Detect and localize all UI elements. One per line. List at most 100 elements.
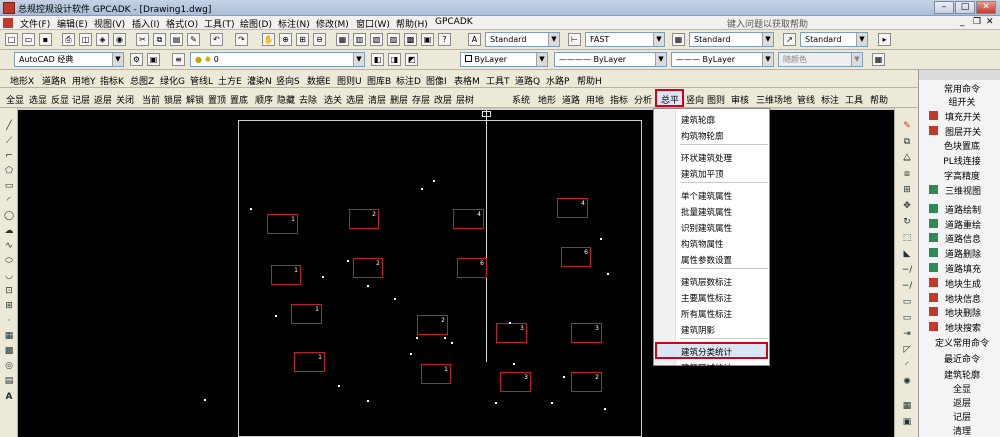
line-icon[interactable]: ╱ [3,120,15,132]
3d-dwf-icon[interactable]: ◉ [113,33,126,46]
building-footprint[interactable]: 2 [417,315,448,335]
building-footprint[interactable]: 6 [457,258,487,278]
command-item[interactable]: 地块生成 [923,277,1000,290]
gpc-menu-index[interactable]: 指标K [100,74,124,87]
copy-icon[interactable]: ⧉ [153,33,166,46]
command-item[interactable]: 地块信息 [923,292,1000,305]
command-item[interactable]: 字高精度 [923,169,1000,182]
array-icon[interactable]: ⊞ [900,184,914,196]
layer-states-icon[interactable]: ◩ [405,53,418,66]
gpc-menu-tools[interactable]: 工具T [486,74,510,87]
recent-command-item[interactable]: 全显 [923,382,1000,395]
undo-icon[interactable]: ↶ [210,33,223,46]
rotate-icon[interactable]: ↻ [900,216,914,228]
cmd-remove[interactable]: 去除 [299,93,317,106]
cmd-reverse-show[interactable]: 反显 [51,93,69,106]
chevron-down-icon[interactable]: ▼ [653,33,664,46]
open-file-icon[interactable]: ▭ [22,33,35,46]
gpc-menu-road-q[interactable]: 道路Q [515,74,540,87]
hatch-icon[interactable]: ▦ [3,330,15,342]
lineweight-combo[interactable]: ——— ByLayer ▼ [671,52,774,67]
command-panel-grip[interactable] [919,70,1000,80]
dropdown-item[interactable]: 所有属性标注 [681,308,732,320]
building-footprint[interactable]: 3 [500,372,531,392]
menu-tools[interactable]: 工具(T) [204,17,235,30]
command-item[interactable]: PL线连接 [923,154,1000,167]
tab-help[interactable]: 帮助 [870,93,888,106]
cmd-clear-layer[interactable]: 清层 [368,93,386,106]
cmd-order[interactable]: 顺序 [255,93,273,106]
design-center-icon[interactable]: ▥ [353,33,366,46]
dropdown-item[interactable]: 建筑分类统计 [681,346,732,358]
erase-icon[interactable]: ✎ [900,120,914,132]
command-item[interactable]: 道路删除 [923,247,1000,260]
building-footprint[interactable]: 1 [421,364,451,384]
tab-3d-site[interactable]: 三维场地 [756,93,792,106]
rectangle-icon[interactable]: ▭ [3,180,15,192]
cmd-show-all[interactable]: 全显 [6,93,24,106]
command-item[interactable]: 定义常用命令 [923,336,1000,349]
menu-draw[interactable]: 绘图(D) [240,17,272,30]
cmd-close[interactable]: 关闭 [116,93,134,106]
gpc-menu-help[interactable]: 帮助H [577,74,602,87]
workspace-save-icon[interactable]: ▣ [147,53,160,66]
zoom-window-icon[interactable]: ⊞ [296,33,309,46]
cmd-bring-top[interactable]: 置顶 [208,93,226,106]
layer-previous-icon[interactable]: ◨ [388,53,401,66]
zoom-previous-icon[interactable]: ⊖ [313,33,326,46]
zoom-realtime-icon[interactable]: ⊕ [279,33,292,46]
point-icon[interactable]: · [3,315,15,327]
plotstyle-combo[interactable]: 随颜色 ▼ [778,52,863,67]
tab-annotation[interactable]: 标注 [821,93,839,106]
text-style-combo[interactable]: Standard ▼ [485,32,560,47]
building-footprint[interactable]: 2 [349,209,379,229]
arc-icon[interactable]: ◜ [3,195,15,207]
cmd-current[interactable]: 当前 [142,93,160,106]
gpc-menu-vertical[interactable]: 竖向S [276,74,300,87]
chevron-down-icon[interactable]: ▼ [548,33,559,46]
help-search-input[interactable]: 键入问题以获取帮助 [727,17,922,30]
color-combo[interactable]: ByLayer ▼ [460,52,548,67]
tab-landuse[interactable]: 用地 [586,93,604,106]
break-point-icon[interactable]: ▭ [900,296,914,308]
gpc-menu-annotation[interactable]: 标注D [396,74,421,87]
dropdown-item[interactable]: 构筑物轮廓 [681,130,724,142]
markup-icon[interactable]: ▩ [404,33,417,46]
make-block-icon[interactable]: ⊞ [3,300,15,312]
tab-pipeline[interactable]: 管线 [797,93,815,106]
gpc-menu-render[interactable]: 灌染N [247,74,272,87]
insert-block-icon[interactable]: ⊡ [3,285,15,297]
cmd-layer-tree[interactable]: 层树 [456,93,474,106]
menu-help[interactable]: 帮助(H) [396,17,428,30]
gradient-icon[interactable]: ▩ [3,345,15,357]
pan-icon[interactable]: ✋ [262,33,275,46]
recent-command-item[interactable]: 返层 [923,396,1000,409]
cmd-return-layer[interactable]: 返层 [94,93,112,106]
menu-edit[interactable]: 编辑(E) [57,17,88,30]
dropdown-item[interactable]: 建筑阴影 [681,324,715,336]
building-footprint[interactable]: 2 [353,258,383,278]
cmd-select-show[interactable]: 选显 [29,93,47,106]
chevron-down-icon[interactable]: ▼ [353,53,364,66]
recent-command-item[interactable]: 建筑轮廓 [923,368,1000,381]
scale-icon[interactable]: ⬚ [900,232,914,244]
publish-icon[interactable]: ◈ [96,33,109,46]
menu-window[interactable]: 窗口(W) [356,17,390,30]
trim-icon[interactable]: −/ [900,264,914,276]
tab-system[interactable]: 系统 [512,93,530,106]
cmd-lock-layer[interactable]: 锁层 [164,93,182,106]
tab-tools[interactable]: 工具 [845,93,863,106]
toolbar-extra-icon[interactable]: ▦ [872,53,885,66]
gpc-menu-image[interactable]: 图像I [426,74,447,87]
table-style-combo[interactable]: Standard ▼ [689,32,774,47]
menu-dimension[interactable]: 标注(N) [278,17,310,30]
command-item[interactable]: 组开关 [923,95,1000,108]
gpc-menu-greening[interactable]: 绿化G [160,74,185,87]
gpc-menu-plan-rules[interactable]: 图则U [337,74,362,87]
tool-palettes-icon[interactable]: ▧ [370,33,383,46]
minimize-button[interactable]: – [934,1,954,14]
gpc-menu-terrain[interactable]: 地形X [10,74,34,87]
gpc-menu-water[interactable]: 水路P [546,74,569,87]
region-icon[interactable]: ◎ [3,360,15,372]
redo-icon[interactable]: ↷ [235,33,248,46]
